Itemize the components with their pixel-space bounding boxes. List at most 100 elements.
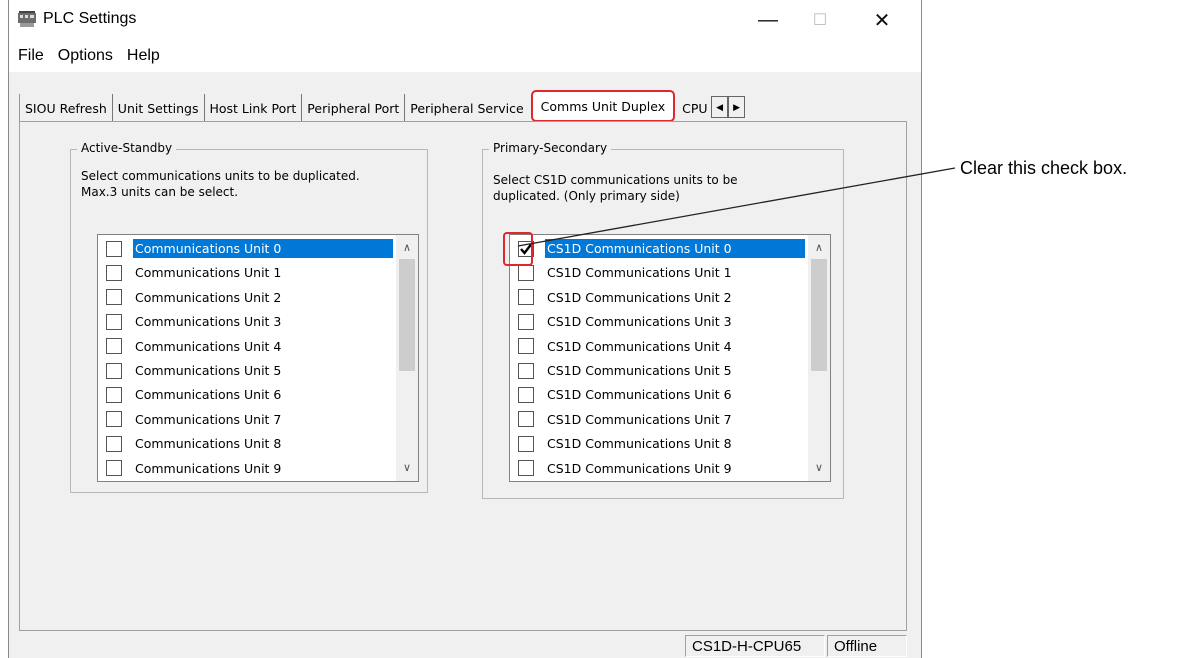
unit-checkbox[interactable] bbox=[106, 240, 122, 257]
unit-item-label: Communications Unit 2 bbox=[135, 289, 282, 305]
list-item[interactable]: Communications Unit 7 bbox=[100, 408, 394, 431]
unit-item-label: Communications Unit 4 bbox=[135, 338, 282, 354]
list-item[interactable]: Communications Unit 3 bbox=[100, 310, 394, 333]
tab-peripheral-port[interactable]: Peripheral Port bbox=[302, 94, 406, 122]
tab-scroll-right-button[interactable]: ▶ bbox=[728, 96, 746, 118]
cs1d-unit-item-label: CS1D Communications Unit 3 bbox=[547, 314, 732, 330]
tab-scroll-arrows: ◀ ▶ bbox=[711, 96, 746, 118]
cs1d-unit-item-label: CS1D Communications Unit 1 bbox=[547, 265, 732, 281]
unit-checkbox[interactable] bbox=[106, 386, 122, 403]
list-item[interactable]: CS1D Communications Unit 9 bbox=[512, 457, 806, 480]
cs1d-unit-checkbox[interactable] bbox=[518, 411, 534, 428]
list-item[interactable]: Communications Unit 0 bbox=[100, 237, 394, 260]
primary-secondary-description: Select CS1D communications units to be d… bbox=[493, 173, 738, 203]
chevron-up-icon: ∧ bbox=[402, 241, 412, 254]
unit-checkbox[interactable] bbox=[106, 411, 122, 428]
scroll-down-button[interactable]: ∨ bbox=[396, 457, 418, 477]
cs1d-unit-checkbox[interactable] bbox=[518, 362, 534, 379]
cs1d-unit-checkbox[interactable] bbox=[518, 338, 534, 355]
tab-comms-unit-duplex[interactable]: Comms Unit Duplex bbox=[530, 90, 676, 122]
list-item[interactable]: CS1D Communications Unit 3 bbox=[512, 310, 806, 333]
cs1d-unit-checkbox[interactable] bbox=[518, 386, 534, 403]
chevron-down-icon: ∨ bbox=[402, 461, 412, 474]
list-item[interactable]: Communications Unit 1 bbox=[100, 261, 394, 284]
tab-cpu[interactable]: CPU bbox=[677, 94, 711, 122]
plc-settings-window: PLC Settings — ☐ ✕ File Options Help SIO… bbox=[8, 0, 922, 658]
callout-annotation: Clear this check box. bbox=[960, 158, 1128, 178]
scroll-down-button[interactable]: ∨ bbox=[808, 457, 830, 477]
unit-checkbox[interactable] bbox=[106, 338, 122, 355]
primary-secondary-group: Primary-Secondary Select CS1D communicat… bbox=[482, 141, 844, 499]
cs1d-unit-item-label: CS1D Communications Unit 2 bbox=[547, 289, 732, 305]
scroll-thumb[interactable] bbox=[399, 259, 415, 371]
primary-secondary-legend: Primary-Secondary bbox=[489, 141, 612, 155]
list-item[interactable]: Communications Unit 8 bbox=[100, 432, 394, 455]
tab-siou-refresh[interactable]: SIOU Refresh bbox=[19, 94, 113, 122]
unit-item-label: Communications Unit 3 bbox=[135, 314, 282, 330]
unit-item-label: Communications Unit 7 bbox=[135, 411, 282, 427]
chevron-down-icon: ∨ bbox=[814, 461, 824, 474]
list-item[interactable]: CS1D Communications Unit 0 bbox=[512, 237, 806, 260]
cs1d-unit-checkbox[interactable] bbox=[518, 435, 534, 452]
unit-checkbox[interactable] bbox=[106, 264, 122, 281]
menu-options[interactable]: Options bbox=[51, 47, 120, 65]
maximize-button[interactable]: ☐ bbox=[795, 0, 845, 40]
unit-checkbox[interactable] bbox=[106, 362, 122, 379]
scroll-up-button[interactable]: ∧ bbox=[396, 237, 418, 257]
active-standby-legend: Active-Standby bbox=[77, 141, 177, 155]
cs1d-unit-checkbox[interactable] bbox=[518, 460, 534, 477]
unit-item-label: Communications Unit 6 bbox=[135, 387, 282, 403]
tab-strip: SIOU Refresh Unit Settings Host Link Por… bbox=[19, 88, 905, 122]
scroll-up-button[interactable]: ∧ bbox=[808, 237, 830, 257]
unit-checkbox[interactable] bbox=[106, 289, 122, 306]
cs1d-unit-item-label: CS1D Communications Unit 4 bbox=[547, 338, 732, 354]
title-bar: PLC Settings — ☐ ✕ bbox=[9, 0, 921, 40]
menu-file[interactable]: File bbox=[11, 47, 51, 65]
list-item[interactable]: CS1D Communications Unit 5 bbox=[512, 359, 806, 382]
minimize-button[interactable]: — bbox=[743, 0, 793, 40]
plc-app-icon bbox=[18, 11, 36, 27]
active-standby-description: Select communications units to be duplic… bbox=[81, 169, 360, 199]
list-item[interactable]: Communications Unit 4 bbox=[100, 335, 394, 358]
list-item[interactable]: Communications Unit 6 bbox=[100, 383, 394, 406]
list-item[interactable]: CS1D Communications Unit 4 bbox=[512, 335, 806, 358]
unit-item-label: Communications Unit 8 bbox=[135, 436, 282, 452]
status-plc-model: CS1D-H-CPU65 bbox=[685, 635, 825, 657]
unit-checkbox[interactable] bbox=[106, 313, 122, 330]
unit-checkbox[interactable] bbox=[106, 435, 122, 452]
list-item[interactable]: Communications Unit 9 bbox=[100, 457, 394, 480]
cs1d-unit-checkbox[interactable] bbox=[518, 313, 534, 330]
unit-checkbox[interactable] bbox=[106, 460, 122, 477]
list-item[interactable]: CS1D Communications Unit 2 bbox=[512, 286, 806, 309]
cs1d-unit-checkbox[interactable] bbox=[518, 264, 534, 281]
active-standby-listbox[interactable]: Communications Unit 9 Communications Unit… bbox=[97, 234, 419, 482]
list-item[interactable]: CS1D Communications Unit 7 bbox=[512, 408, 806, 431]
tab-unit-settings[interactable]: Unit Settings bbox=[113, 94, 205, 122]
menu-help[interactable]: Help bbox=[120, 47, 167, 65]
close-button[interactable]: ✕ bbox=[857, 0, 907, 40]
cs1d-unit-item-label: CS1D Communications Unit 7 bbox=[547, 411, 732, 427]
status-mode: Offline bbox=[827, 635, 907, 657]
cs1d-unit-checkbox[interactable] bbox=[518, 289, 534, 306]
cs1d-unit-item-label: CS1D Communications Unit 5 bbox=[547, 363, 732, 378]
minimize-icon: — bbox=[758, 8, 778, 31]
unit-item-label: Communications Unit 1 bbox=[135, 265, 282, 281]
active-standby-scrollbar[interactable]: ∧ ∨ bbox=[396, 235, 418, 481]
tab-host-link-port[interactable]: Host Link Port bbox=[205, 94, 303, 122]
cs1d-unit-item-label: CS1D Communications Unit 0 bbox=[545, 239, 805, 258]
list-item[interactable]: CS1D Communications Unit 6 bbox=[512, 383, 806, 406]
maximize-icon: ☐ bbox=[812, 12, 828, 29]
tab-peripheral-service[interactable]: Peripheral Service bbox=[405, 94, 528, 122]
close-icon: ✕ bbox=[873, 9, 891, 32]
primary-secondary-scrollbar[interactable]: ∧ ∨ bbox=[808, 235, 830, 481]
list-item[interactable]: Communications Unit 2 bbox=[100, 286, 394, 309]
list-item[interactable]: Communications Unit 5 bbox=[100, 359, 394, 382]
active-standby-group: Active-Standby Select communications uni… bbox=[70, 141, 428, 493]
list-item[interactable]: CS1D Communications Unit 1 bbox=[512, 261, 806, 284]
tab-scroll-left-button[interactable]: ◀ bbox=[711, 96, 729, 118]
list-item[interactable]: CS1D Communications Unit 8 bbox=[512, 432, 806, 455]
arrow-left-icon: ◀ bbox=[716, 101, 724, 112]
scroll-thumb[interactable] bbox=[811, 259, 827, 371]
primary-secondary-listbox[interactable]: CS1D Communications Unit 9 CS1D Communica… bbox=[509, 234, 831, 482]
unit-item-label: Communications Unit 0 bbox=[133, 239, 393, 258]
